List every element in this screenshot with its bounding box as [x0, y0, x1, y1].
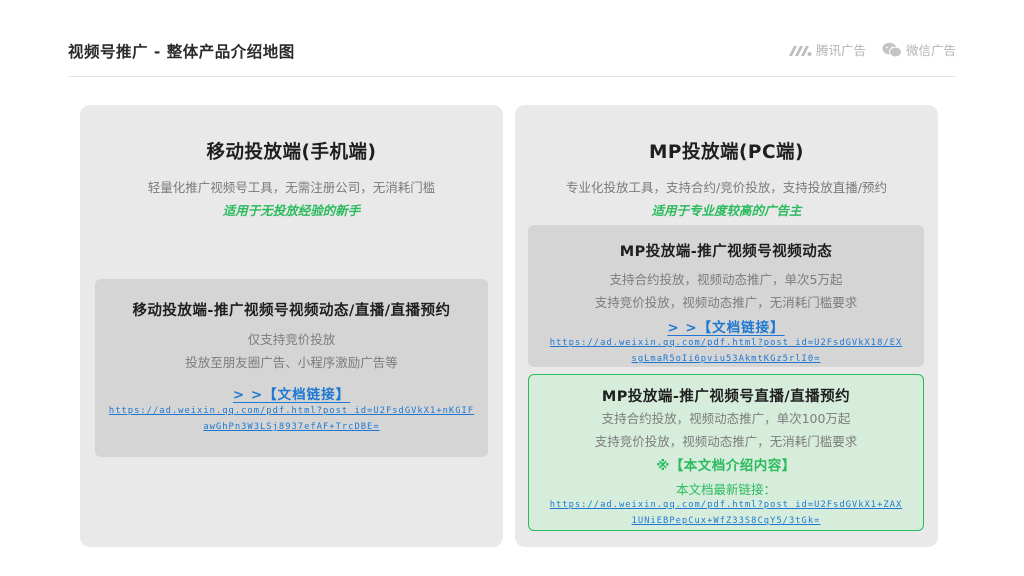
page-title: 视频号推广 - 整体产品介绍地图	[68, 43, 295, 61]
doc-link-label[interactable]: > >【文档链接】	[233, 387, 350, 403]
mp-video-card: MP投放端-推广视频号视频动态 支持合约投放，视频动态推广，单次5万起 支持竞价…	[528, 225, 924, 367]
wechat-ads-logo-text: 微信广告	[905, 43, 956, 58]
mp-panel-title: MP投放端(PC端)	[648, 142, 804, 163]
mobile-panel-desc: 轻量化推广视频号工具，无需注册公司，无消耗门槛	[147, 180, 436, 195]
card-line: 支持竞价投放，视频动态推广，无消耗门槛要求	[594, 434, 858, 449]
card-line: 仅支持竞价投放	[247, 332, 336, 347]
mobile-placement-panel: 移动投放端(手机端) 轻量化推广视频号工具，无需注册公司，无消耗门槛 适用于无投…	[80, 105, 503, 547]
mobile-panel-tag: 适用于无投放经验的新手	[222, 203, 361, 218]
card-line: 支持合约投放，视频动态推广，单次100万起	[601, 411, 851, 426]
mobile-video-live-card: 移动投放端-推广视频号视频动态/直播/直播预约 仅支持竞价投放 投放至朋友圈广告…	[95, 279, 488, 457]
mp-placement-panel: MP投放端(PC端) 专业化投放工具，支持合约/竞价投放，支持投放直播/预约 适…	[515, 105, 938, 547]
doc-url-line[interactable]: https://ad.weixin.qq.com/pdf.html?post_i…	[528, 335, 924, 351]
wechat-ads-logo: 微信广告	[882, 40, 956, 59]
mp-live-card: MP投放端-推广视频号直播/直播预约 支持合约投放，视频动态推广，单次100万起…	[528, 374, 924, 531]
current-doc-note: ※【本文档介绍内容】	[656, 458, 796, 474]
header-divider	[68, 76, 956, 77]
wechat-icon	[882, 42, 902, 57]
card-line: 投放至朋友圈广告、小程序激励广告等	[185, 355, 398, 370]
card-title: 移动投放端-推广视频号视频动态/直播/直播预约	[132, 303, 451, 319]
tencent-ads-logo: 腾讯广告	[788, 40, 866, 59]
mp-panel-desc: 专业化投放工具，支持合约/竞价投放，支持投放直播/预约	[566, 180, 887, 195]
latest-link-label: 本文档最新链接：	[675, 482, 776, 497]
tencent-ads-logo-icon	[788, 45, 812, 56]
doc-link-label[interactable]: > >【文档链接】	[667, 320, 784, 336]
card-line: 支持合约投放，视频动态推广，单次5万起	[609, 272, 843, 287]
doc-url-line[interactable]: sgLmaR5oIi6pviu53AkmtKGz5rlI0=	[528, 351, 924, 367]
doc-url-line[interactable]: https://ad.weixin.qq.com/pdf.html?post_i…	[529, 497, 923, 513]
doc-link[interactable]: > >【文档链接】	[95, 383, 488, 403]
doc-link[interactable]: > >【文档链接】	[528, 316, 924, 336]
tencent-ads-logo-text: 腾讯广告	[815, 43, 866, 58]
header-logos: 腾讯广告 微信广告	[788, 40, 956, 59]
doc-url-line[interactable]: awGhPn3W3LSj8937efAF+TrcDBE=	[95, 419, 488, 435]
card-title: MP投放端-推广视频号直播/直播预约	[601, 389, 851, 405]
card-line: 支持竞价投放，视频动态推广，无消耗门槛要求	[594, 295, 858, 310]
mobile-panel-title: 移动投放端(手机端)	[206, 142, 377, 163]
doc-url-line[interactable]: 1UNiEBPepCux+WfZ33S8CqY5/3tGk=	[529, 513, 923, 529]
card-title: MP投放端-推广视频号视频动态	[619, 244, 833, 260]
mp-panel-tag: 适用于专业度较高的广告主	[651, 203, 802, 218]
doc-url-line[interactable]: https://ad.weixin.qq.com/pdf.html?post_i…	[95, 403, 488, 419]
